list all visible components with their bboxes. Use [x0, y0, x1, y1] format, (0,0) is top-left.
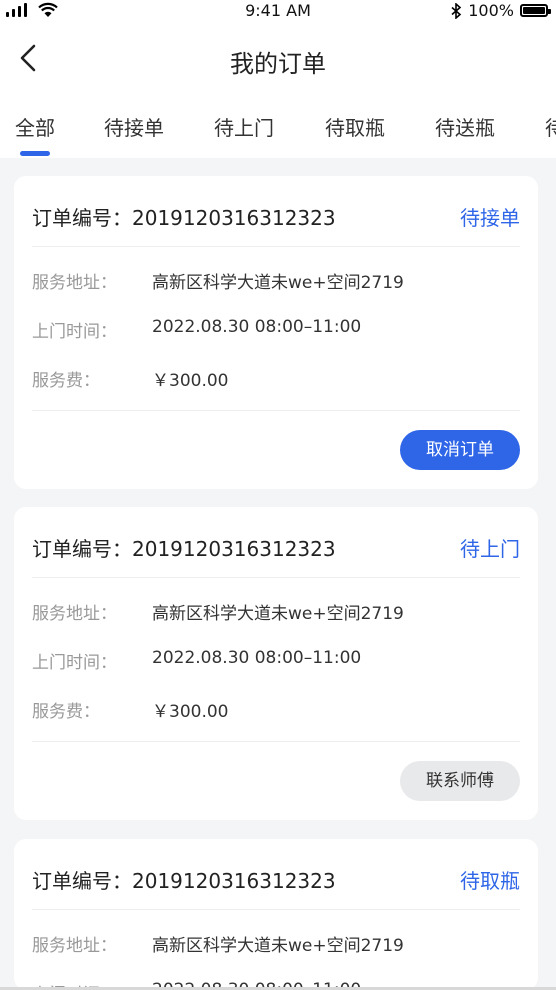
order-number-prefix: 订单编号：: [32, 206, 132, 230]
tab-pending-visit[interactable]: 待上门: [214, 112, 274, 141]
tab-pending-delivery[interactable]: 待送瓶: [435, 112, 495, 141]
tab-pending-accept[interactable]: 待接单: [104, 112, 164, 141]
address-label: 服务地址：: [32, 936, 117, 956]
address-label: 服务地址：: [32, 604, 117, 624]
order-number-value: 2019120316312323: [132, 206, 336, 230]
address-value: 高新区科学大道未we+空间2719: [152, 604, 404, 624]
fee-value: ￥300.00: [152, 702, 229, 722]
address-value: 高新区科学大道未we+空间2719: [152, 936, 404, 956]
fee-value: ￥300.00: [152, 371, 229, 391]
divider: [32, 246, 520, 247]
order-number: 订单编号：2019120316312323: [32, 533, 336, 562]
visit-time-label: 上门时间：: [32, 653, 117, 673]
status-bar: 9:41 AM 100%: [0, 0, 556, 22]
divider: [32, 909, 520, 910]
visit-time-value: 2022.08.30 08:00–11:00: [152, 648, 362, 668]
order-status: 待接单: [460, 206, 520, 230]
order-tabs: 全部 待接单 待上门 待取瓶 待送瓶 待: [0, 104, 556, 158]
divider: [32, 741, 520, 742]
order-number-value: 2019120316312323: [132, 869, 336, 893]
order-card[interactable]: 订单编号：2019120316312323 待上门 服务地址： 高新区科学大道未…: [14, 507, 538, 820]
fee-label: 服务费：: [32, 371, 100, 391]
tab-pending-pickup[interactable]: 待取瓶: [325, 112, 385, 141]
divider: [32, 410, 520, 411]
bluetooth-icon: [451, 2, 462, 19]
contact-technician-button[interactable]: 联系师傅: [400, 761, 520, 801]
divider: [32, 577, 520, 578]
battery-icon: [520, 4, 551, 17]
visit-time-label: 上门时间：: [32, 322, 117, 342]
cancel-order-button[interactable]: 取消订单: [400, 430, 520, 470]
order-status: 待取瓶: [460, 869, 520, 893]
order-number: 订单编号：2019120316312323: [32, 202, 336, 231]
order-number-value: 2019120316312323: [132, 537, 336, 561]
navigation-bar: 我的订单: [0, 30, 556, 90]
tab-more[interactable]: 待: [545, 112, 556, 141]
fee-label: 服务费：: [32, 702, 100, 722]
visit-time-value: 2022.08.30 08:00–11:00: [152, 317, 362, 337]
tab-all[interactable]: 全部: [15, 112, 55, 141]
order-number: 订单编号：2019120316312323: [32, 865, 336, 894]
battery-percent: 100%: [468, 1, 514, 20]
active-tab-indicator: [20, 151, 50, 156]
order-status: 待上门: [460, 537, 520, 561]
address-value: 高新区科学大道未we+空间2719: [152, 273, 404, 293]
order-card[interactable]: 订单编号：2019120316312323 待接单 服务地址： 高新区科学大道未…: [14, 176, 538, 489]
order-number-prefix: 订单编号：: [32, 869, 132, 893]
address-label: 服务地址：: [32, 273, 117, 293]
order-number-prefix: 订单编号：: [32, 537, 132, 561]
header: 9:41 AM 100% 我的订单 全部 待接单 待上门 待取瓶 待送瓶 待: [0, 0, 556, 158]
page-title: 我的订单: [230, 50, 326, 78]
order-card[interactable]: 订单编号：2019120316312323 待取瓶 服务地址： 高新区科学大道未…: [14, 839, 538, 990]
